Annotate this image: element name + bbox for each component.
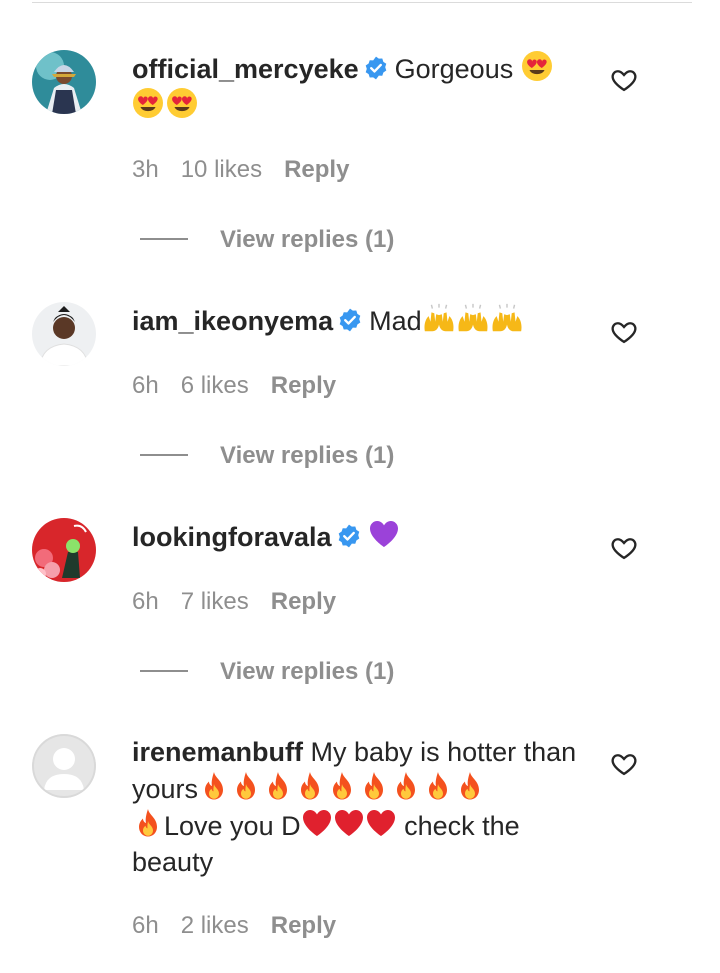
comment-meta: 6h 6 likes Reply xyxy=(132,372,358,400)
reply-button[interactable]: Reply xyxy=(271,912,336,939)
comment-meta: 6h 7 likes Reply xyxy=(132,588,358,616)
like-heart-icon[interactable] xyxy=(610,66,638,94)
verified-badge-icon xyxy=(363,55,389,81)
like-heart-icon[interactable] xyxy=(610,534,638,562)
top-divider xyxy=(32,2,692,3)
comment-body: lookingforavala xyxy=(132,518,582,555)
comment-time: 3h xyxy=(132,156,159,183)
fire-emoji xyxy=(326,770,358,802)
like-heart-icon[interactable] xyxy=(610,318,638,346)
view-replies-button[interactable]: View replies (1) xyxy=(140,442,394,470)
comment-body: irenemanbuff My baby is hotter than your… xyxy=(132,734,582,880)
avatar[interactable] xyxy=(32,302,96,366)
replies-line xyxy=(140,238,188,240)
username[interactable]: official_mercyeke xyxy=(132,54,359,84)
view-replies-label: View replies (1) xyxy=(220,658,395,685)
red-heart-emoji xyxy=(333,807,365,839)
likes-count[interactable]: 2 likes xyxy=(181,912,249,939)
purple-heart-emoji xyxy=(368,518,400,550)
replies-line xyxy=(140,670,188,672)
reply-button[interactable]: Reply xyxy=(271,372,336,399)
fire-emoji xyxy=(390,770,422,802)
comment-time: 6h xyxy=(132,588,159,615)
red-heart-emoji xyxy=(301,807,333,839)
comment-text: Mad xyxy=(369,306,422,336)
view-replies-button[interactable]: View replies (1) xyxy=(140,226,394,254)
verified-badge-icon xyxy=(336,523,362,549)
reply-button[interactable]: Reply xyxy=(271,588,336,615)
fire-emoji xyxy=(230,770,262,802)
fire-emoji xyxy=(422,770,454,802)
fire-emoji xyxy=(198,770,230,802)
replies-line xyxy=(140,454,188,456)
likes-count[interactable]: 6 likes xyxy=(181,372,249,399)
view-replies-button[interactable]: View replies (1) xyxy=(140,658,394,686)
fire-emoji xyxy=(454,770,486,802)
comment-text: Love you D xyxy=(164,811,301,841)
raising-hands-emoji xyxy=(422,302,456,334)
comment-meta: 6h 2 likes Reply xyxy=(132,912,358,940)
heart-eyes-emoji xyxy=(166,87,198,119)
view-replies-label: View replies (1) xyxy=(220,442,395,469)
fire-emoji xyxy=(132,807,164,839)
avatar[interactable] xyxy=(32,518,96,582)
comment-time: 6h xyxy=(132,372,159,399)
likes-count[interactable]: 10 likes xyxy=(181,156,262,183)
avatar[interactable] xyxy=(32,50,96,114)
raising-hands-emoji xyxy=(490,302,524,334)
username[interactable]: iam_ikeonyema xyxy=(132,306,333,336)
comment-body: official_mercyeke Gorgeous xyxy=(132,50,582,124)
heart-eyes-emoji xyxy=(132,87,164,119)
fire-emoji xyxy=(294,770,326,802)
like-heart-icon[interactable] xyxy=(610,750,638,778)
likes-count[interactable]: 7 likes xyxy=(181,588,249,615)
avatar[interactable] xyxy=(32,734,96,798)
comment-body: iam_ikeonyema Mad xyxy=(132,302,582,339)
comment-time: 6h xyxy=(132,912,159,939)
view-replies-label: View replies (1) xyxy=(220,226,395,253)
verified-badge-icon xyxy=(337,307,363,333)
reply-button[interactable]: Reply xyxy=(284,156,349,183)
fire-emoji xyxy=(262,770,294,802)
heart-eyes-emoji xyxy=(521,50,553,82)
fire-emoji xyxy=(358,770,390,802)
red-heart-emoji xyxy=(365,807,397,839)
raising-hands-emoji xyxy=(456,302,490,334)
comment-meta: 3h 10 likes Reply xyxy=(132,156,371,184)
comment-text: Gorgeous xyxy=(394,54,514,84)
username[interactable]: irenemanbuff xyxy=(132,737,303,767)
username[interactable]: lookingforavala xyxy=(132,522,332,552)
